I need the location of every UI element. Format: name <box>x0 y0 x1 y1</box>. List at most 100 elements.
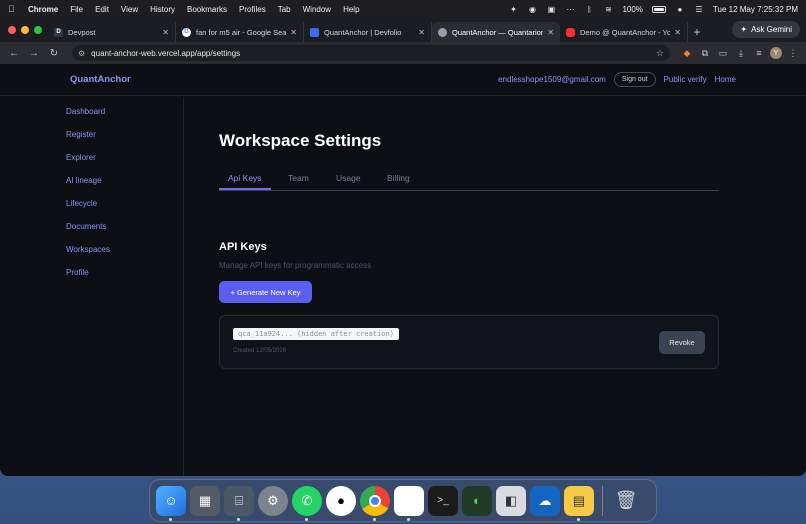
github-icon[interactable]: ● <box>326 485 356 516</box>
sparkle-icon[interactable]: ✦ <box>508 4 518 14</box>
notes-jar-icon[interactable]: ⌸ <box>224 485 254 521</box>
browser-tab-devfolio[interactable]: QuantAnchor | Devfolio ✕ <box>304 22 432 42</box>
battery-icon[interactable] <box>651 5 666 13</box>
dock-separator <box>602 485 603 516</box>
reading-list-icon[interactable]: ≡ <box>752 46 766 60</box>
tab-strip: D Devpost ✕ G fan for m5 air - Google Se… <box>0 18 806 42</box>
finder-icon[interactable]: ☺ <box>156 485 186 521</box>
menubar-clock[interactable]: Tue 12 May 7:25:32 PM <box>713 5 798 14</box>
menu-help[interactable]: Help <box>343 5 359 14</box>
devfolio-favicon-icon <box>310 27 319 37</box>
trash-icon[interactable]: 🗑 <box>611 486 641 516</box>
browser-toolbar: ← → ↻ ⚙ quant-anchor-web.vercel.app/app/… <box>0 42 806 64</box>
menu-history[interactable]: History <box>150 5 175 14</box>
ask-gemini-button[interactable]: ✦ Ask Gemini <box>732 21 800 38</box>
menu-view[interactable]: View <box>121 5 138 14</box>
tab-billing[interactable]: Billing <box>387 173 410 189</box>
menu-profiles[interactable]: Profiles <box>239 5 266 14</box>
browser-window: D Devpost ✕ G fan for m5 air - Google Se… <box>0 18 806 476</box>
page-title: Workspace Settings <box>219 131 382 150</box>
settings-tabs: Api Keys Team Usage Billing <box>219 171 719 191</box>
back-arrow-icon[interactable]: ← <box>6 45 22 61</box>
control-center-icon[interactable]: ☰ <box>694 4 704 14</box>
launchpad-icon[interactable]: ▦ <box>190 485 220 516</box>
sidebar-item-profile[interactable]: Profile <box>66 268 89 277</box>
browser-tab-devpost[interactable]: D Devpost ✕ <box>48 22 176 42</box>
tab-search-icon[interactable]: ▭ <box>716 46 730 60</box>
minimize-window-button[interactable] <box>21 26 29 34</box>
url-text[interactable]: quant-anchor-web.vercel.app/app/settings <box>91 49 240 58</box>
menu-bookmarks[interactable]: Bookmarks <box>187 5 227 14</box>
blank-app-icon[interactable] <box>394 485 424 521</box>
apple-icon[interactable]:  <box>8 4 18 14</box>
sidebar-item-documents[interactable]: Documents <box>66 222 106 231</box>
public-verify-link[interactable]: Public verify <box>664 75 707 84</box>
extensions-puzzle-icon[interactable]: ⧉ <box>698 46 712 60</box>
package-icon[interactable]: ◧ <box>496 485 526 516</box>
menu-window[interactable]: Window <box>303 5 331 14</box>
tab-usage[interactable]: Usage <box>336 173 361 189</box>
dots-icon[interactable]: ⋯ <box>565 4 575 14</box>
api-key-created-date: Created 12/05/2026 <box>233 348 287 354</box>
menu-bar:  Chrome File Edit View History Bookmark… <box>0 0 806 18</box>
download-icon[interactable]: ⤓ <box>734 46 748 60</box>
tab-label: QuantAnchor | Devfolio <box>324 27 402 37</box>
sidebar-item-ai-lineage[interactable]: AI lineage <box>66 176 102 185</box>
sign-out-button[interactable]: Sign out <box>613 72 656 87</box>
extension-fox-icon[interactable]: ◆ <box>680 46 694 60</box>
brand-logo[interactable]: QuantAnchor <box>70 74 131 85</box>
close-icon[interactable]: ✕ <box>162 28 169 37</box>
close-icon[interactable]: ✕ <box>547 28 554 37</box>
sidebar-item-explorer[interactable]: Explorer <box>66 153 96 162</box>
menu-tab[interactable]: Tab <box>278 5 291 14</box>
browser-tab-quantanchor[interactable]: QuantAnchor — Quantarions ✕ <box>432 22 560 42</box>
siri-icon[interactable]: ● <box>675 4 685 14</box>
close-icon[interactable]: ✕ <box>290 28 297 37</box>
new-tab-button[interactable]: + <box>688 22 706 42</box>
menu-app-name[interactable]: Chrome <box>28 5 58 14</box>
google-favicon-icon: G <box>182 27 191 37</box>
chrome-icon[interactable] <box>360 485 390 521</box>
notes-icon[interactable]: ▤ <box>564 485 594 521</box>
terminal-icon[interactable]: >_ <box>428 485 458 516</box>
browser-tab-youtube[interactable]: Demo @ QuantAnchor - YouTube ✕ <box>560 22 688 42</box>
home-link[interactable]: Home <box>715 75 736 84</box>
menu-edit[interactable]: Edit <box>95 5 109 14</box>
revoke-key-button[interactable]: Revoke <box>659 331 705 354</box>
sidebar-item-lifecycle[interactable]: Lifecycle <box>66 199 97 208</box>
more-menu-icon[interactable]: ⋮ <box>786 46 800 60</box>
tab-team[interactable]: Team <box>288 173 309 189</box>
close-icon[interactable]: ✕ <box>674 28 681 37</box>
wifi-icon[interactable]: ≋ <box>603 4 613 14</box>
user-email: endlesshope1509@gmail.com <box>498 75 606 84</box>
tab-label: Demo @ QuantAnchor - YouTube <box>580 27 671 37</box>
forward-arrow-icon[interactable]: → <box>26 45 42 61</box>
menubar-status-area: ✦ ◉ ▣ ⋯ ᛒ ≋ 100% ● ☰ Tue 12 May 7:25:32 … <box>508 4 798 14</box>
profile-avatar[interactable]: Y <box>770 47 782 59</box>
bluetooth-icon[interactable]: ᛒ <box>584 4 594 14</box>
sidebar-item-dashboard[interactable]: Dashboard <box>66 107 105 116</box>
record-icon[interactable]: ◉ <box>527 4 537 14</box>
close-icon[interactable]: ✕ <box>418 28 425 37</box>
zoom-window-button[interactable] <box>34 26 42 34</box>
address-bar[interactable]: ⚙ quant-anchor-web.vercel.app/app/settin… <box>72 45 670 61</box>
bookmark-star-icon[interactable]: ☆ <box>656 48 664 59</box>
close-window-button[interactable] <box>8 26 16 34</box>
reload-icon[interactable]: ↻ <box>46 45 62 61</box>
generate-new-key-button[interactable]: + Generate New Key <box>219 281 312 303</box>
site-info-icon[interactable]: ⚙ <box>78 49 85 58</box>
browser-tab-google-search[interactable]: G fan for m5 air - Google Search ✕ <box>176 22 304 42</box>
copilot-icon[interactable]: ◐ <box>462 485 492 516</box>
onedrive-icon[interactable]: ☁ <box>530 485 560 516</box>
site-header: QuantAnchor endlesshope1509@gmail.com Si… <box>0 64 806 96</box>
tab-label: fan for m5 air - Google Search <box>196 27 287 37</box>
ask-gemini-label: Ask Gemini <box>751 25 792 34</box>
menu-file[interactable]: File <box>70 5 83 14</box>
tab-api-keys[interactable]: Api Keys <box>219 173 271 190</box>
screen-capture-icon[interactable]: ▣ <box>546 4 556 14</box>
api-key-code[interactable]: qca_11a924... (hidden after creation) <box>233 328 399 340</box>
sidebar-item-register[interactable]: Register <box>66 130 96 139</box>
whatsapp-icon[interactable]: ✆ <box>292 485 322 521</box>
sidebar-item-workspaces[interactable]: Workspaces <box>66 245 110 254</box>
system-settings-icon[interactable]: ⚙ <box>258 485 288 516</box>
